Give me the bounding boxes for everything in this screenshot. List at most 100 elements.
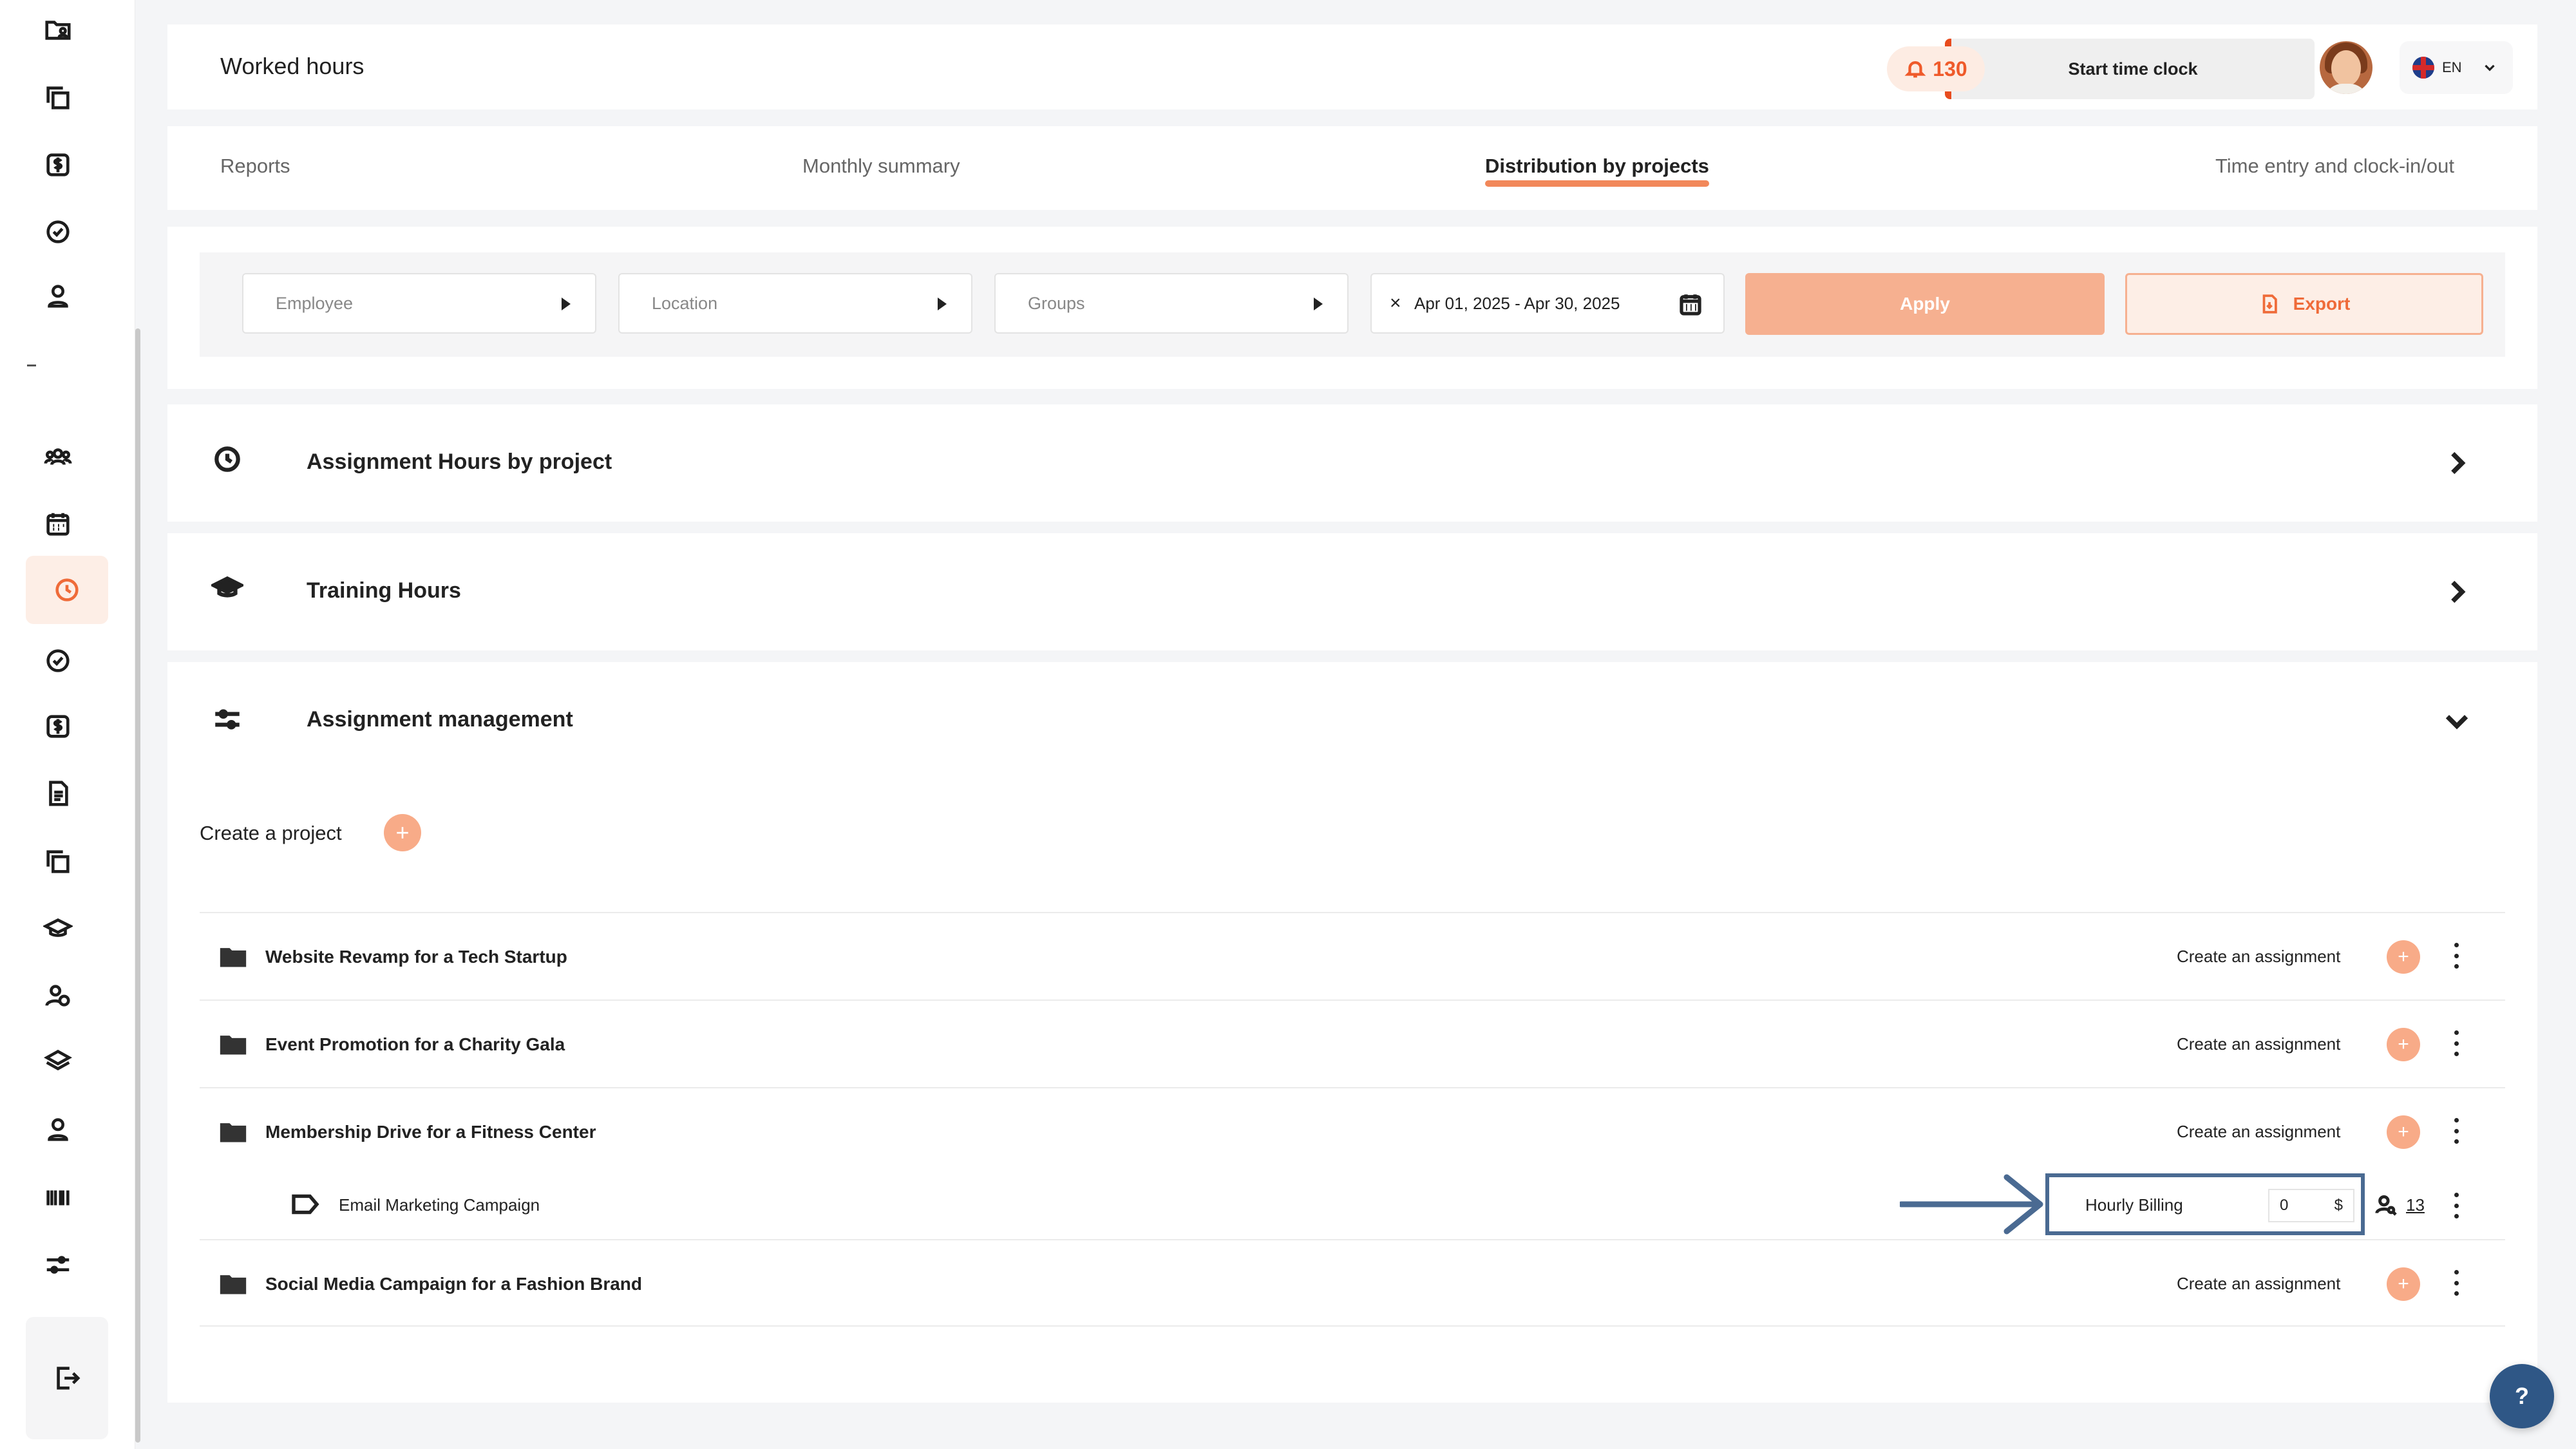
user-settings-icon[interactable]	[39, 976, 77, 1015]
layers-icon[interactable]	[39, 1042, 77, 1081]
sliders-icon	[211, 703, 250, 742]
more-options-icon[interactable]	[2450, 1030, 2463, 1056]
report-icon[interactable]	[39, 774, 77, 813]
more-options-icon[interactable]	[2450, 1270, 2463, 1296]
section-title: Assignment management	[307, 707, 573, 732]
separator	[27, 365, 36, 366]
caret-right-icon	[562, 298, 571, 310]
folder-user-icon[interactable]	[39, 10, 77, 49]
more-options-icon[interactable]	[2450, 943, 2463, 969]
start-time-clock-button[interactable]: Start time clock	[1945, 39, 2315, 99]
export-button[interactable]: Export	[2125, 273, 2483, 335]
notifications-button[interactable]: 130	[1887, 46, 1985, 91]
help-button[interactable]: ?	[2490, 1364, 2554, 1428]
project-row: Social Media Campaign for a Fashion Bran…	[200, 1239, 2505, 1327]
hourly-billing-input[interactable]: 0 $	[2268, 1189, 2354, 1222]
folder-icon	[219, 1271, 247, 1296]
calendar-icon[interactable]	[39, 505, 77, 544]
tag-icon	[291, 1193, 319, 1216]
groups-select[interactable]: Groups	[994, 273, 1349, 334]
location-select-label: Location	[652, 293, 718, 313]
date-range-value: Apr 01, 2025 - Apr 30, 2025	[1414, 293, 1620, 313]
project-row: Website Revamp for a Tech Startup Create…	[200, 912, 2505, 999]
assigned-users-link[interactable]: 13	[2374, 1193, 2425, 1217]
more-options-icon[interactable]	[2450, 1118, 2463, 1144]
copy-icon[interactable]	[39, 842, 77, 881]
chevron-right-icon[interactable]	[2441, 576, 2473, 608]
language-selector[interactable]: EN	[2400, 41, 2513, 94]
create-assignment-button[interactable]: +	[2387, 1267, 2420, 1301]
project-row: Event Promotion for a Charity Gala Creat…	[200, 999, 2505, 1087]
project-name[interactable]: Membership Drive for a Fitness Center	[265, 1122, 596, 1142]
clock-icon	[211, 443, 250, 482]
sidebar-scrollbar[interactable]	[135, 328, 140, 1443]
create-assignment-label[interactable]: Create an assignment	[2177, 1122, 2340, 1142]
assignment-name[interactable]: Email Marketing Campaign	[339, 1195, 540, 1215]
create-assignment-label[interactable]: Create an assignment	[2177, 1034, 2340, 1054]
clear-icon[interactable]: ×	[1390, 292, 1401, 314]
page-title: Worked hours	[220, 53, 365, 79]
check-circle-icon[interactable]	[39, 213, 77, 251]
copy-icon[interactable]	[39, 79, 77, 117]
team-icon[interactable]	[39, 438, 77, 477]
location-select[interactable]: Location	[618, 273, 972, 334]
language-label: EN	[2442, 59, 2462, 75]
tabs-bar: Reports Monthly summary Distribution by …	[167, 126, 2537, 210]
caret-right-icon	[1314, 298, 1323, 310]
user-icon[interactable]	[39, 1110, 77, 1149]
calendar-icon[interactable]	[1677, 291, 1704, 318]
tab-time-entry[interactable]: Time entry and clock-in/out	[2215, 155, 2454, 178]
bell-icon	[1904, 61, 1926, 78]
training-hours-section[interactable]: Training Hours	[167, 533, 2537, 650]
create-assignment-button[interactable]: +	[2387, 940, 2420, 974]
chevron-down-icon[interactable]	[2441, 705, 2473, 737]
chevron-right-icon[interactable]	[2441, 447, 2473, 479]
folder-icon	[219, 1119, 247, 1144]
check-circle-icon[interactable]	[39, 641, 77, 680]
billing-value: 0	[2280, 1197, 2289, 1214]
avatar[interactable]	[2320, 41, 2372, 94]
groups-select-label: Groups	[1028, 293, 1085, 313]
project-name[interactable]: Social Media Campaign for a Fashion Bran…	[265, 1274, 642, 1294]
employee-select-label: Employee	[276, 293, 354, 313]
currency-symbol: $	[2334, 1197, 2343, 1214]
project-name[interactable]: Website Revamp for a Tech Startup	[265, 947, 567, 967]
chevron-down-icon	[2484, 64, 2495, 71]
apply-button[interactable]: Apply	[1745, 273, 2105, 335]
tab-reports[interactable]: Reports	[220, 155, 290, 178]
barcode-icon[interactable]	[39, 1179, 77, 1217]
tab-distribution-by-projects[interactable]: Distribution by projects	[1485, 155, 1709, 178]
logout-icon[interactable]	[48, 1359, 86, 1397]
hourly-billing-highlight: Hourly Billing 0 $	[2045, 1173, 2365, 1235]
assignment-hours-section[interactable]: Assignment Hours by project	[167, 404, 2537, 522]
clock-icon[interactable]	[48, 571, 86, 609]
date-range-picker[interactable]: × Apr 01, 2025 - Apr 30, 2025	[1370, 273, 1725, 334]
employee-select[interactable]: Employee	[242, 273, 596, 334]
notification-count: 130	[1933, 57, 1967, 80]
create-project-button[interactable]: +	[384, 814, 421, 851]
hourly-billing-label: Hourly Billing	[2085, 1195, 2183, 1215]
project-name[interactable]: Event Promotion for a Charity Gala	[265, 1034, 565, 1055]
dollar-icon[interactable]	[39, 146, 77, 184]
active-tab-indicator	[1485, 180, 1709, 187]
tab-monthly-summary[interactable]: Monthly summary	[802, 155, 960, 178]
create-assignment-label[interactable]: Create an assignment	[2177, 1274, 2340, 1294]
create-assignment-label[interactable]: Create an assignment	[2177, 947, 2340, 967]
user-icon[interactable]	[39, 277, 77, 316]
sidebar	[0, 0, 135, 1449]
create-assignment-button[interactable]: +	[2387, 1115, 2420, 1149]
export-label: Export	[2293, 294, 2351, 314]
sliders-icon[interactable]	[39, 1245, 77, 1284]
create-assignment-button[interactable]: +	[2387, 1028, 2420, 1061]
user-search-icon	[2375, 1195, 2397, 1216]
create-project-label: Create a project	[200, 822, 342, 844]
dollar-icon[interactable]	[39, 707, 77, 746]
graduation-cap-icon[interactable]	[39, 909, 77, 948]
section-title: Assignment Hours by project	[307, 450, 612, 474]
annotation-arrow-icon	[1900, 1174, 2043, 1235]
header-bar: Worked hours Start time clock 130 EN	[167, 24, 2537, 109]
export-file-icon	[2262, 294, 2277, 314]
section-title: Training Hours	[307, 578, 461, 603]
uk-flag-icon	[2412, 57, 2434, 79]
more-options-icon[interactable]	[2450, 1193, 2463, 1218]
